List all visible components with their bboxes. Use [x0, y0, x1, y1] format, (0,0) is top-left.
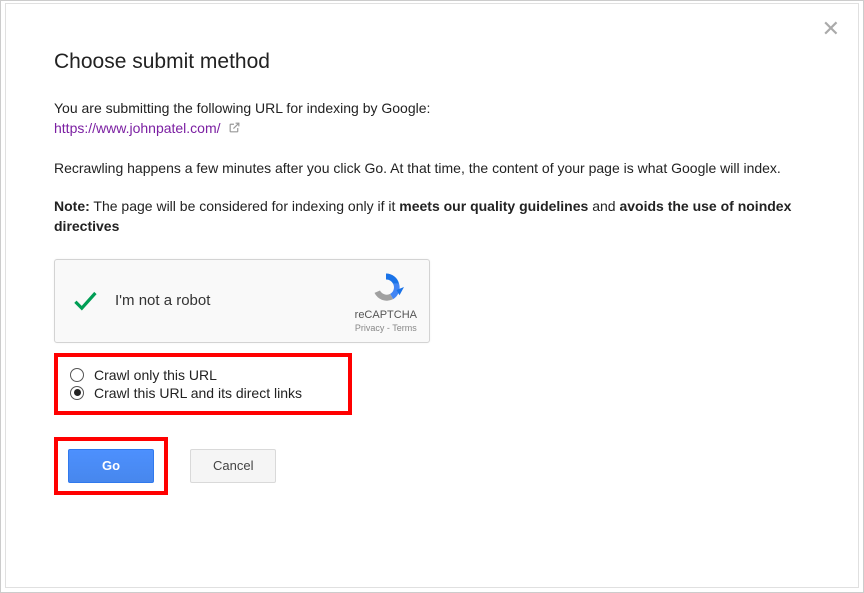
- option-label: Crawl this URL and its direct links: [94, 385, 302, 401]
- close-icon[interactable]: ✕: [822, 18, 840, 40]
- note-text-1: The page will be considered for indexing…: [90, 198, 399, 214]
- submitted-url-link[interactable]: https://www.johnpatel.com/: [54, 120, 221, 136]
- recrawl-note: Recrawling happens a few minutes after y…: [54, 158, 810, 178]
- recaptcha-terms-link[interactable]: Terms: [392, 323, 417, 333]
- radio-icon: [70, 386, 84, 400]
- quality-note: Note: The page will be considered for in…: [54, 196, 810, 237]
- note-text-2: and: [588, 198, 619, 214]
- intro-paragraph: You are submitting the following URL for…: [54, 98, 810, 140]
- recaptcha-privacy-link[interactable]: Privacy: [355, 323, 385, 333]
- option-crawl-only[interactable]: Crawl only this URL: [70, 367, 336, 383]
- external-link-icon: [228, 119, 241, 139]
- dialog-title: Choose submit method: [54, 50, 810, 74]
- intro-text: You are submitting the following URL for…: [54, 100, 430, 116]
- option-crawl-direct-links[interactable]: Crawl this URL and its direct links: [70, 385, 336, 401]
- submit-method-dialog: ✕ Choose submit method You are submittin…: [5, 3, 859, 588]
- recaptcha-widget[interactable]: I'm not a robot reCAPTCHA Privacy - Term…: [54, 259, 430, 343]
- radio-icon: [70, 368, 84, 382]
- recaptcha-branding: reCAPTCHA Privacy - Terms: [355, 269, 417, 333]
- option-label: Crawl only this URL: [94, 367, 217, 383]
- crawl-options-group: Crawl only this URL Crawl this URL and i…: [54, 353, 352, 415]
- go-button[interactable]: Go: [68, 449, 154, 483]
- go-highlight: Go: [54, 437, 168, 495]
- dialog-actions: Go Cancel: [54, 437, 810, 495]
- note-strong-1: meets our quality guidelines: [399, 198, 588, 214]
- recaptcha-checkmark-icon: [69, 285, 101, 317]
- recaptcha-label: I'm not a robot: [115, 292, 355, 309]
- cancel-button[interactable]: Cancel: [190, 449, 276, 483]
- recaptcha-brand: reCAPTCHA: [355, 309, 417, 321]
- note-prefix: Note:: [54, 198, 90, 214]
- recaptcha-logo-icon: [355, 269, 417, 307]
